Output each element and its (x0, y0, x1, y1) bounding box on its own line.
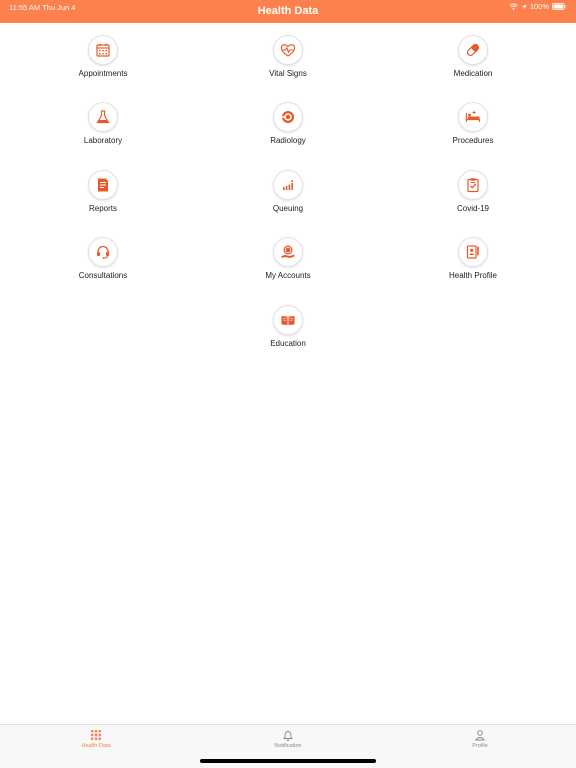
user-icon (474, 730, 486, 741)
wifi-icon (508, 3, 518, 10)
radiology-icon (281, 111, 294, 123)
profile-card-icon (466, 245, 479, 259)
battery-percent: 100% (529, 2, 549, 11)
report-document-icon (98, 178, 108, 192)
tab-label: Notification (274, 743, 302, 749)
coin-hand-icon (281, 245, 295, 258)
tab-notification[interactable]: Notification (240, 729, 336, 749)
grid-icon (91, 730, 101, 740)
bell-icon (282, 730, 294, 741)
tile-icon-circle (458, 237, 488, 267)
tile-education[interactable]: Education (228, 305, 348, 348)
tile-icon-circle (273, 305, 303, 335)
tile-reports[interactable]: Reports (43, 170, 163, 213)
battery-icon (552, 3, 566, 10)
tile-icon-circle (88, 102, 118, 132)
page-title: Health Data (257, 5, 319, 17)
tile-label: Procedures (452, 136, 494, 145)
clipboard-check-icon (467, 178, 479, 193)
heart-pulse-icon (280, 44, 296, 57)
tab-label: Profile (472, 743, 488, 749)
pill-icon (466, 43, 480, 57)
tile-icon-circle (273, 35, 303, 65)
tile-label: My Accounts (265, 271, 311, 280)
tile-label: Laboratory (83, 136, 123, 145)
flask-icon (96, 110, 110, 124)
tile-icon-circle (273, 102, 303, 132)
headset-icon (97, 245, 109, 259)
tile-label: Queuing (272, 204, 304, 213)
tile-label: Covid-19 (456, 204, 489, 213)
status-indicators: 100% (508, 2, 566, 11)
tile-label: Education (270, 339, 306, 348)
tile-icon-circle (458, 35, 488, 65)
tile-label: Consultations (78, 271, 128, 280)
tile-label: Vital Signs (269, 69, 307, 78)
tile-my-accounts[interactable]: My Accounts (228, 237, 348, 280)
tile-radiology[interactable]: Radiology (228, 102, 348, 145)
tile-health-profile[interactable]: Health Profile (413, 237, 533, 280)
app-header: 11:55 AM Thu Jun 4 Health Data 100% (0, 0, 576, 23)
tile-covid-19[interactable]: Covid-19 (413, 170, 533, 213)
tile-procedures[interactable]: Procedures (413, 102, 533, 145)
queue-icon (283, 180, 294, 190)
calendar-icon (96, 43, 110, 57)
tile-label: Appointments (78, 69, 128, 78)
tile-icon-circle (88, 35, 118, 65)
tile-consultations[interactable]: Consultations (43, 237, 163, 280)
tile-vital-signs[interactable]: Vital Signs (228, 35, 348, 78)
tile-label: Radiology (270, 136, 306, 145)
tile-icon-circle (458, 102, 488, 132)
tile-label: Medication (453, 69, 493, 78)
tab-label: Health Data (81, 743, 111, 749)
home-indicator (200, 759, 376, 763)
tab-profile[interactable]: Profile (432, 729, 528, 749)
location-icon (521, 4, 527, 9)
tile-medication[interactable]: Medication (413, 35, 533, 78)
tile-queuing[interactable]: Queuing (228, 170, 348, 213)
tile-laboratory[interactable]: Laboratory (43, 102, 163, 145)
tab-health-data[interactable]: Health Data (48, 729, 144, 749)
tile-icon-circle (88, 170, 118, 200)
tile-icon-circle (273, 170, 303, 200)
tile-icon-circle (458, 170, 488, 200)
tile-appointments[interactable]: Appointments (43, 35, 163, 78)
tile-icon-circle (273, 237, 303, 267)
tile-icon-circle (88, 237, 118, 267)
tile-label: Health Profile (448, 271, 498, 280)
book-icon (281, 316, 295, 325)
hospital-bed-icon (465, 111, 481, 122)
tile-label: Reports (88, 204, 117, 213)
